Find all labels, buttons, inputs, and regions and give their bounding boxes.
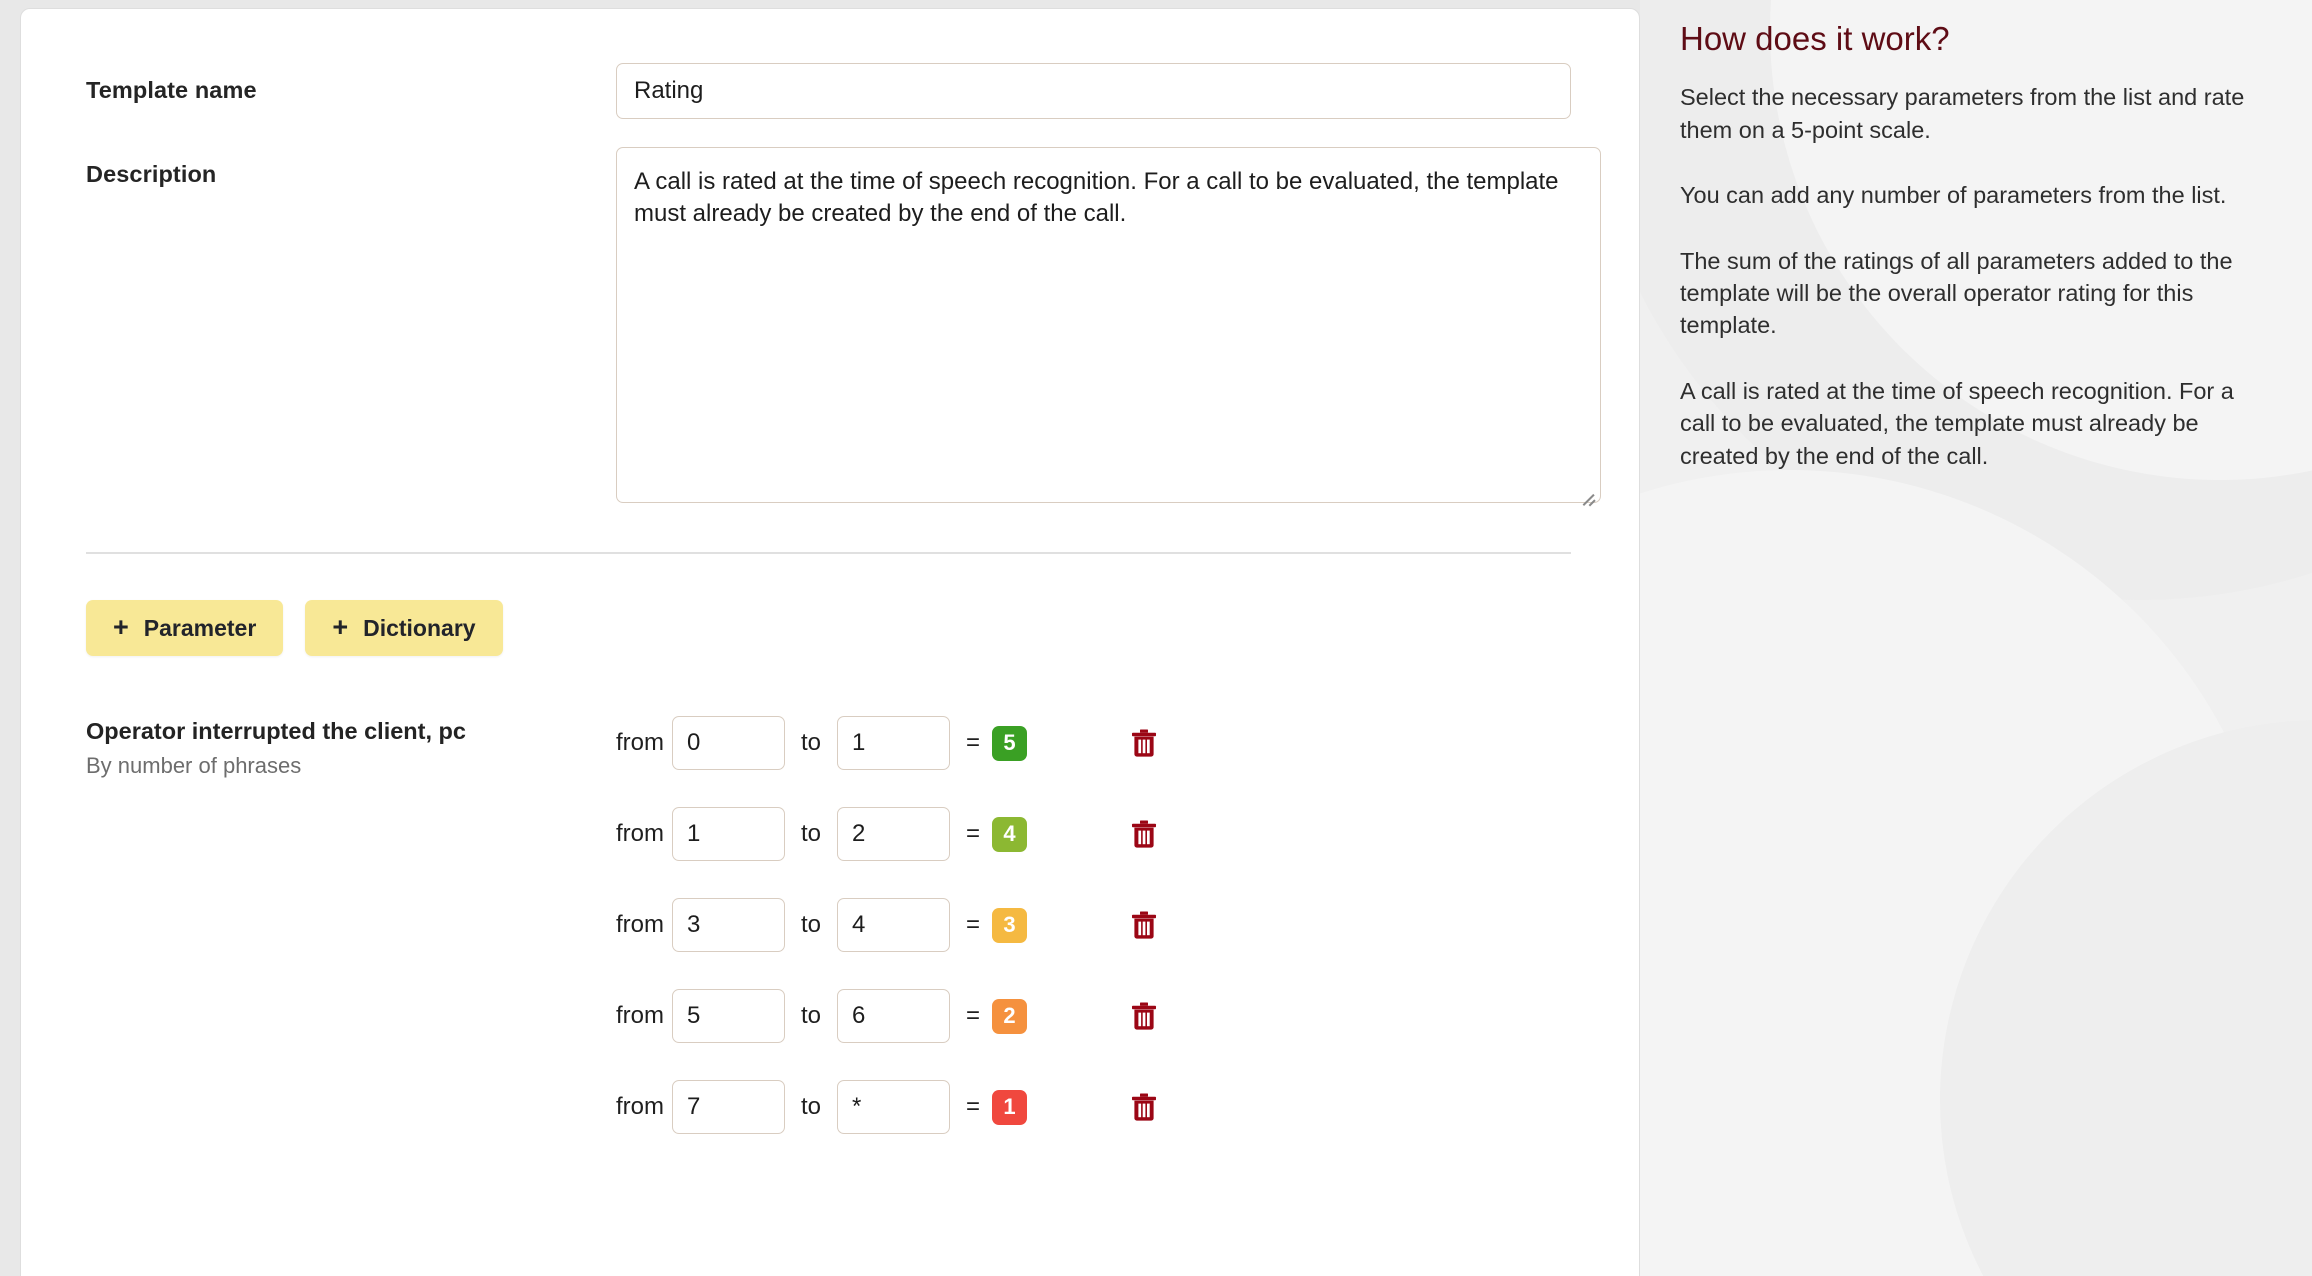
range-to-input-0[interactable] [837, 716, 950, 770]
add-parameter-label: Parameter [144, 615, 257, 642]
equals-label: = [954, 820, 992, 848]
range-from-input-4[interactable] [672, 1080, 785, 1134]
add-buttons-toolbar: + Parameter + Dictionary [86, 600, 1571, 656]
from-label: from [616, 729, 672, 757]
range-from-input-2[interactable] [672, 898, 785, 952]
template-name-label: Template name [86, 63, 616, 106]
delete-range-button-4[interactable] [1129, 1090, 1159, 1124]
delete-range-button-1[interactable] [1129, 817, 1159, 851]
range-row: from to = 3 [616, 894, 1571, 956]
template-name-row: Template name [86, 63, 1571, 119]
help-sidebar: How does it work? Select the necessary p… [1640, 0, 2312, 1276]
section-divider [86, 552, 1571, 554]
equals-label: = [954, 1002, 992, 1030]
equals-label: = [954, 1093, 992, 1121]
description-row: Description [86, 147, 1571, 508]
range-from-input-0[interactable] [672, 716, 785, 770]
equals-label: = [954, 911, 992, 939]
template-name-input[interactable] [616, 63, 1571, 119]
help-content: How does it work? Select the necessary p… [1640, 0, 2312, 472]
trash-icon [1131, 1093, 1157, 1122]
from-label: from [616, 1002, 672, 1030]
range-from-input-1[interactable] [672, 807, 785, 861]
parameter-range-list: from to = 5 from to = 4 [616, 712, 1571, 1167]
range-row: from to = 5 [616, 712, 1571, 774]
range-row: from to = 1 [616, 1076, 1571, 1138]
score-badge-2: 3 [992, 908, 1027, 943]
to-label: to [789, 911, 833, 939]
from-label: from [616, 911, 672, 939]
plus-icon: + [332, 614, 348, 641]
parameter-block: Operator interrupted the client, pc By n… [86, 712, 1571, 1167]
trash-icon [1131, 729, 1157, 758]
from-label: from [616, 820, 672, 848]
range-from-input-3[interactable] [672, 989, 785, 1043]
to-label: to [789, 729, 833, 757]
score-badge-3: 2 [992, 999, 1027, 1034]
help-paragraph: The sum of the ratings of all parameters… [1680, 245, 2266, 342]
app-root: Template name Description + [0, 0, 2312, 1276]
range-row: from to = 2 [616, 985, 1571, 1047]
equals-label: = [954, 729, 992, 757]
template-editor-card: Template name Description + [20, 8, 1640, 1276]
card-content: Template name Description + [21, 9, 1639, 1167]
trash-icon [1131, 911, 1157, 940]
range-to-input-1[interactable] [837, 807, 950, 861]
help-paragraph: You can add any number of parameters fro… [1680, 179, 2266, 211]
range-row: from to = 4 [616, 803, 1571, 865]
score-badge-0: 5 [992, 726, 1027, 761]
help-paragraph: A call is rated at the time of speech re… [1680, 375, 2266, 472]
add-dictionary-button[interactable]: + Dictionary [305, 600, 502, 656]
to-label: to [789, 1093, 833, 1121]
description-textarea[interactable] [616, 147, 1601, 503]
range-to-input-2[interactable] [837, 898, 950, 952]
help-title: How does it work? [1680, 18, 2266, 59]
delete-range-button-3[interactable] [1129, 999, 1159, 1033]
trash-icon [1131, 1002, 1157, 1031]
to-label: to [789, 820, 833, 848]
parameter-title: Operator interrupted the client, pc [86, 716, 616, 746]
score-badge-1: 4 [992, 817, 1027, 852]
plus-icon: + [113, 614, 129, 641]
delete-range-button-2[interactable] [1129, 908, 1159, 942]
range-to-input-4[interactable] [837, 1080, 950, 1134]
parameter-info: Operator interrupted the client, pc By n… [86, 712, 616, 1167]
delete-range-button-0[interactable] [1129, 726, 1159, 760]
description-label: Description [86, 147, 616, 190]
add-dictionary-label: Dictionary [363, 615, 475, 642]
to-label: to [789, 1002, 833, 1030]
from-label: from [616, 1093, 672, 1121]
score-badge-4: 1 [992, 1090, 1027, 1125]
help-paragraph-list: Select the necessary parameters from the… [1680, 81, 2266, 472]
add-parameter-button[interactable]: + Parameter [86, 600, 283, 656]
parameter-subtitle: By number of phrases [86, 752, 616, 780]
trash-icon [1131, 820, 1157, 849]
help-paragraph: Select the necessary parameters from the… [1680, 81, 2266, 146]
range-to-input-3[interactable] [837, 989, 950, 1043]
spacer [86, 119, 1571, 147]
description-field-wrap [616, 147, 1601, 508]
